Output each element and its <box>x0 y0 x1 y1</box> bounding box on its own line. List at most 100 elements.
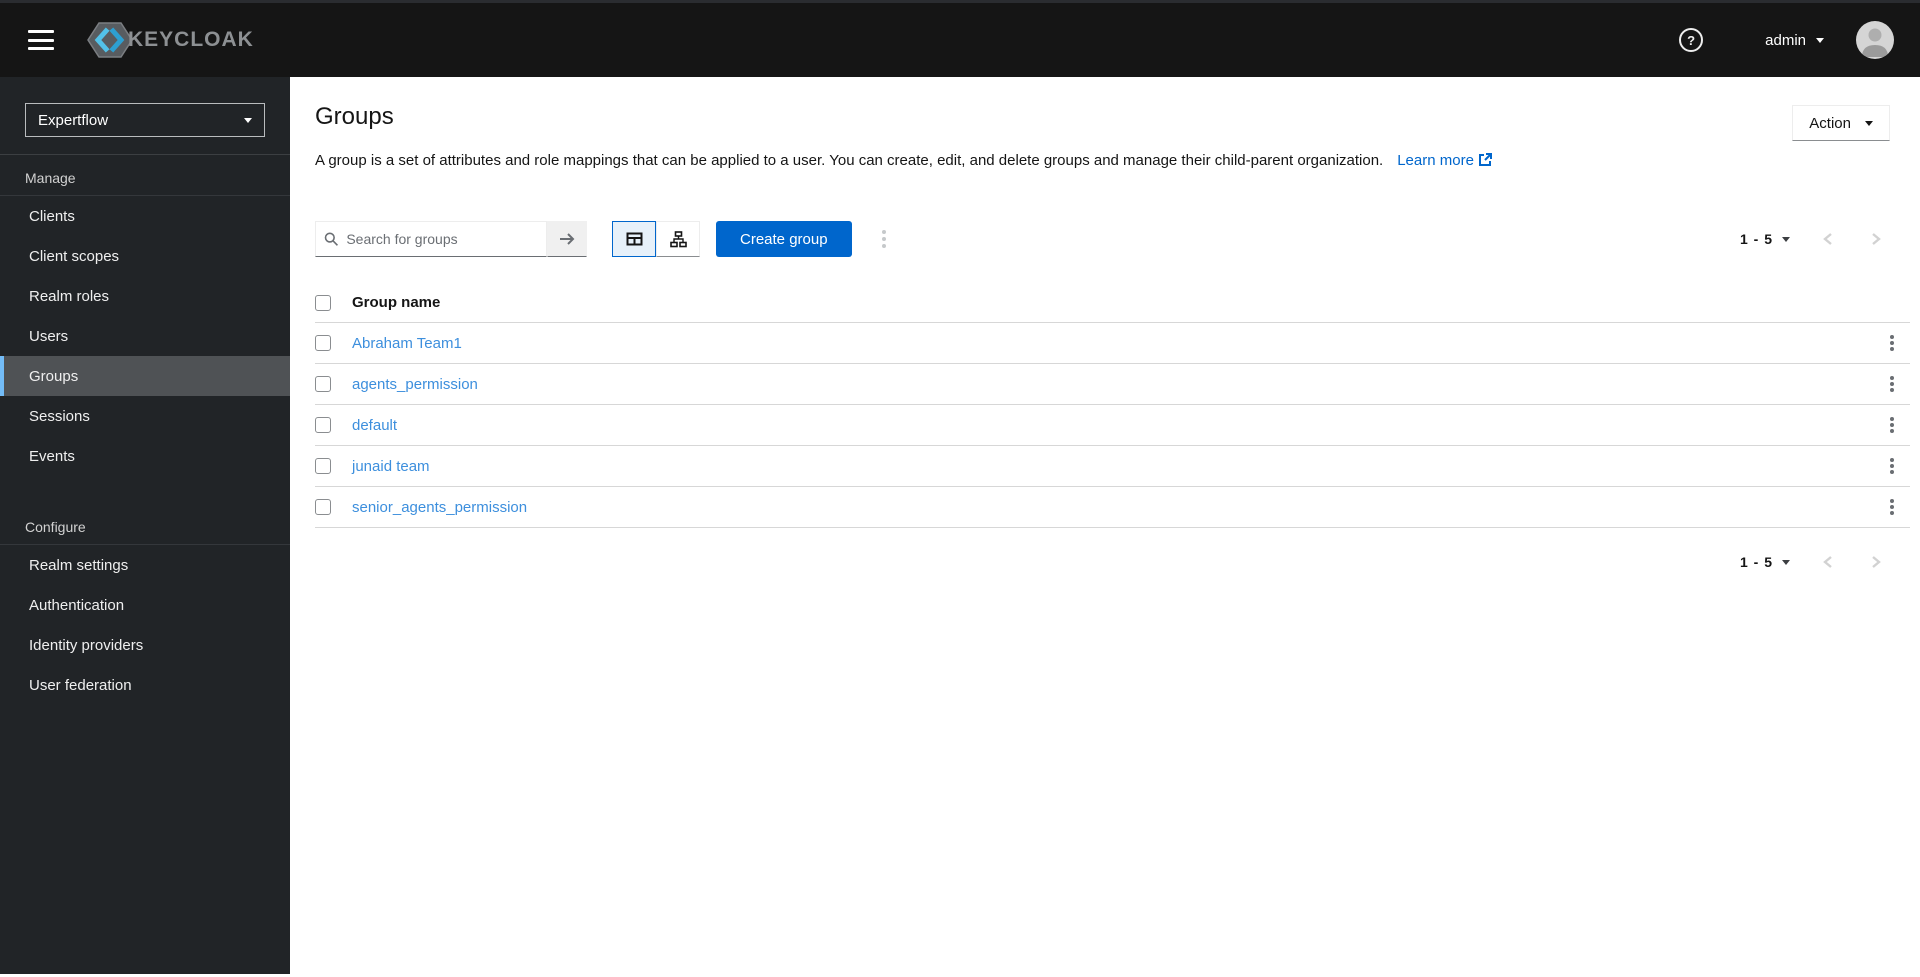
user-menu-dropdown[interactable]: admin <box>1765 32 1824 49</box>
nav-section-label: Manage <box>0 157 290 196</box>
select-all-checkbox[interactable] <box>315 294 331 311</box>
pagination-bottom: 1 - 5 <box>1740 544 1900 580</box>
table-header-row: Group name <box>315 283 1910 323</box>
kebab-icon <box>1890 464 1894 468</box>
sidebar-item[interactable]: Sessions <box>0 396 290 436</box>
row-kebab-menu[interactable] <box>1874 448 1910 484</box>
group-name-column-header: Group name <box>352 294 441 311</box>
sidebar-item[interactable]: Authentication <box>0 585 290 625</box>
group-name-link[interactable]: agents_permission <box>352 376 478 393</box>
sidebar-item-label: Sessions <box>29 407 90 425</box>
tree-view-toggle[interactable] <box>656 221 700 257</box>
nav-section-configure: Configure Realm settings Authentication … <box>0 506 290 705</box>
group-name-link[interactable]: default <box>352 417 397 434</box>
row-checkbox[interactable] <box>315 376 331 392</box>
help-icon[interactable]: ? <box>1679 28 1704 52</box>
pagination-prev-button[interactable] <box>1804 221 1852 257</box>
chevron-down-icon <box>1816 37 1824 43</box>
external-link-icon <box>1478 153 1492 166</box>
table-icon <box>626 232 642 246</box>
group-name-link[interactable]: Abraham Team1 <box>352 335 462 352</box>
row-kebab-menu[interactable] <box>1874 325 1910 361</box>
kebab-icon <box>1890 382 1894 386</box>
pagination-range-dropdown[interactable]: 1 - 5 <box>1740 231 1790 247</box>
chevron-left-icon <box>1823 556 1832 568</box>
chevron-down-icon <box>1865 120 1873 126</box>
sidebar-item-label: Users <box>29 327 69 345</box>
toolbar-kebab-menu[interactable] <box>866 221 902 257</box>
tree-icon <box>669 230 687 247</box>
group-name-link[interactable]: senior_agents_permission <box>352 499 527 516</box>
row-checkbox[interactable] <box>315 335 331 351</box>
sidebar-item[interactable]: Groups <box>0 356 290 396</box>
sidebar-item[interactable]: Client scopes <box>0 236 290 276</box>
sidebar-nav: Manage Clients Client scopes Realm roles <box>0 157 290 705</box>
sidebar-item-label: Client scopes <box>29 247 120 265</box>
search-field <box>315 221 547 257</box>
person-icon <box>1862 28 1888 57</box>
pagination-prev-button[interactable] <box>1804 544 1852 580</box>
kebab-icon <box>1890 341 1894 345</box>
sidebar-item[interactable]: Identity providers <box>0 625 290 665</box>
row-checkbox[interactable] <box>315 417 331 433</box>
nav-section-manage: Manage Clients Client scopes Realm roles <box>0 157 290 476</box>
pagination-next-button[interactable] <box>1852 221 1900 257</box>
sidebar-item[interactable]: User federation <box>0 665 290 705</box>
keycloak-logo[interactable]: KEYCLOAK <box>86 19 254 61</box>
sidebar-item[interactable]: Realm settings <box>0 545 290 585</box>
chevron-down-icon <box>1782 236 1790 242</box>
table-row: default <box>315 405 1910 446</box>
nav-section-label: Configure <box>0 506 290 545</box>
row-checkbox[interactable] <box>315 499 331 515</box>
masthead: KEYCLOAK ? admin <box>0 0 1920 77</box>
pagination-next-button[interactable] <box>1852 544 1900 580</box>
pagination-range-dropdown[interactable]: 1 - 5 <box>1740 554 1790 570</box>
brand-text: KEYCLOAK <box>128 28 254 51</box>
groups-toolbar: Create group 1 - 5 <box>315 221 1910 257</box>
row-checkbox[interactable] <box>315 458 331 474</box>
sidebar-item-label: Realm settings <box>29 556 129 574</box>
sidebar-item-label: Events <box>29 447 75 465</box>
table-view-toggle[interactable] <box>612 221 656 257</box>
username-label: admin <box>1765 31 1806 49</box>
pagination-range-label: 1 - 5 <box>1739 554 1773 570</box>
sidebar-item-label: Clients <box>29 207 75 225</box>
chevron-right-icon <box>1872 556 1881 568</box>
table-row: Abraham Team1 <box>315 323 1910 364</box>
groups-table: Group name Abraham Team1 agents_permissi… <box>315 283 1910 528</box>
sidebar-item-label: User federation <box>29 676 132 694</box>
sidebar-item[interactable]: Realm roles <box>0 276 290 316</box>
row-kebab-menu[interactable] <box>1874 407 1910 443</box>
table-row: agents_permission <box>315 364 1910 405</box>
chevron-down-icon <box>1782 559 1790 565</box>
pagination-range-label: 1 - 5 <box>1739 231 1773 247</box>
avatar <box>1856 21 1894 59</box>
group-name-link[interactable]: junaid team <box>352 458 430 475</box>
keycloak-hexagon-icon <box>87 22 133 58</box>
page-description: A group is a set of attributes and role … <box>315 152 1384 169</box>
pagination-top: 1 - 5 <box>1740 221 1900 257</box>
action-dropdown-button[interactable]: Action <box>1792 105 1890 141</box>
page-title: Groups <box>315 103 394 130</box>
sidebar-item[interactable]: Clients <box>0 196 290 236</box>
main-content: Groups Action A group is a set of attrib… <box>290 77 1920 974</box>
chevron-left-icon <box>1823 233 1832 245</box>
row-kebab-menu[interactable] <box>1874 366 1910 402</box>
sidebar-item-label: Identity providers <box>29 636 144 654</box>
sidebar-item-label: Authentication <box>29 596 125 614</box>
search-submit-button[interactable] <box>547 221 587 257</box>
sidebar-item[interactable]: Events <box>0 436 290 476</box>
sidebar-item[interactable]: Users <box>0 316 290 356</box>
learn-more-link[interactable]: Learn more <box>1397 152 1492 169</box>
realm-selector-dropdown[interactable]: Expertflow <box>25 103 265 137</box>
view-toggle-group <box>612 221 700 257</box>
create-group-button[interactable]: Create group <box>716 221 852 257</box>
hamburger-menu-icon[interactable] <box>28 30 54 50</box>
sidebar-item-label: Groups <box>29 367 79 385</box>
row-kebab-menu[interactable] <box>1874 489 1910 525</box>
search-input[interactable] <box>346 231 538 247</box>
table-row: junaid team <box>315 446 1910 487</box>
kebab-icon <box>1890 423 1894 427</box>
kebab-icon <box>1890 505 1894 509</box>
sidebar-item-label: Realm roles <box>29 287 110 305</box>
